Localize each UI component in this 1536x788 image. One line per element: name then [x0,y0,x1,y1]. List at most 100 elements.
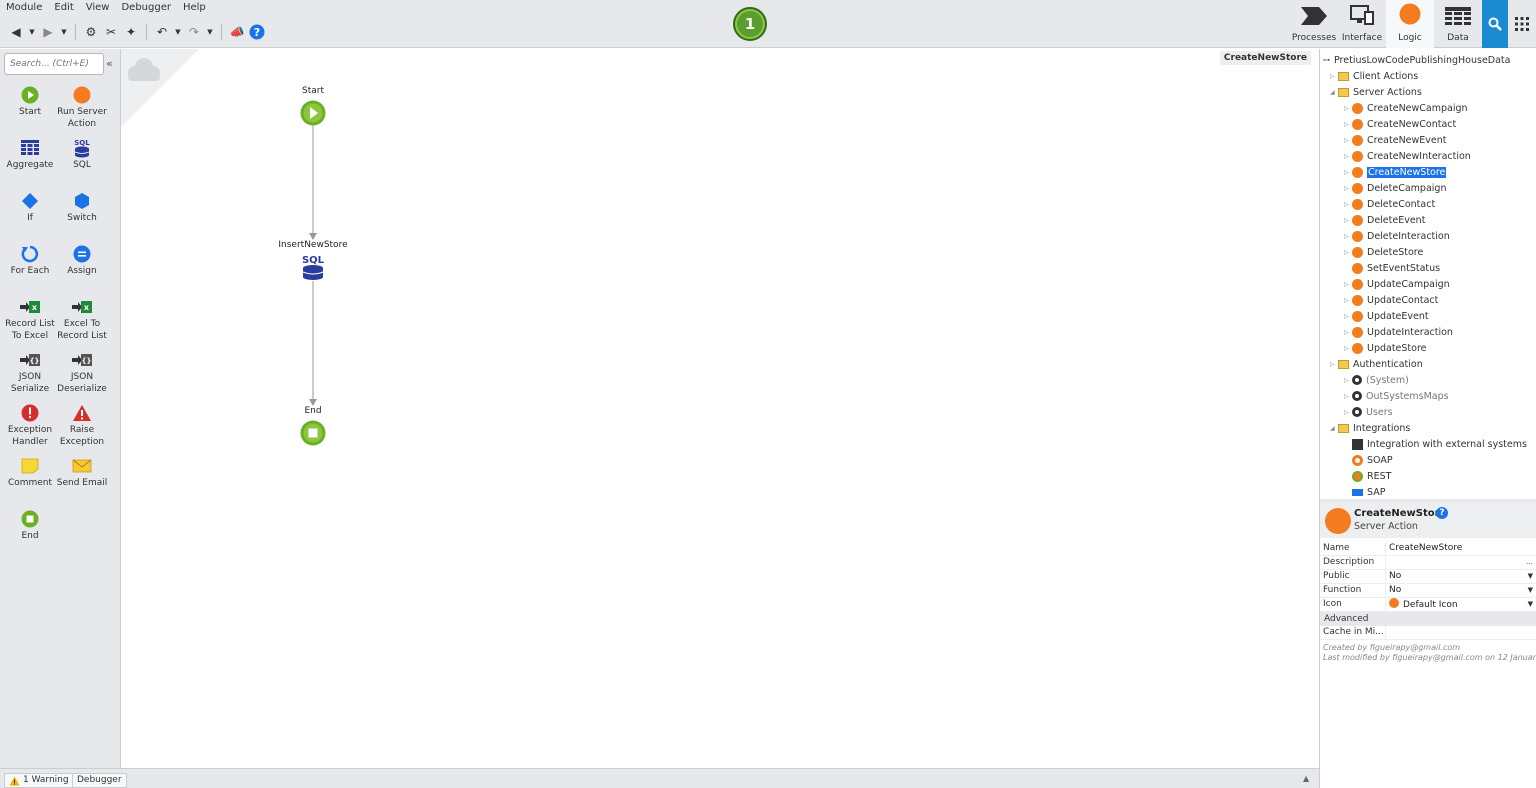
collapsed-arrow-icon[interactable]: ▷ [1344,249,1352,256]
tool-exception-handler[interactable]: Exception Handler [2,403,58,448]
tree-item[interactable]: ▷ CreateNewContact [1344,116,1456,132]
tree-item[interactable]: SAP [1344,484,1385,499]
tree-item[interactable]: ▷ CreateNewStore [1344,164,1447,180]
tool-start[interactable]: Start [2,85,58,118]
tree-item[interactable]: ▷ UpdateEvent [1344,308,1429,324]
tree-item[interactable]: REST [1344,468,1391,484]
search-icon[interactable] [1482,0,1508,48]
tab-interface[interactable]: Interface [1338,0,1386,48]
menu-help[interactable]: Help [183,2,206,13]
tree-item[interactable]: Integration with external systems [1344,436,1527,452]
tree-root[interactable]: ⊶ PretiusLowCodePublishingHouseData [1323,52,1510,68]
expanded-arrow-icon[interactable]: ◢ [1330,425,1338,432]
redo-dropdown-icon[interactable]: ▼ [206,23,214,41]
publish-button[interactable]: 1 [733,7,767,41]
tool-for-each[interactable]: For Each [2,244,58,277]
tree-item[interactable]: ▷ Client Actions [1330,68,1418,84]
tree-item[interactable]: ▷ UpdateInteraction [1344,324,1453,340]
tool-assign[interactable]: Assign [54,244,110,277]
property-row-cache[interactable]: Cache in Mi... [1320,626,1536,640]
forward-icon[interactable]: ▶ [40,23,56,41]
tree-item[interactable]: ▷ DeleteEvent [1344,212,1425,228]
collapsed-arrow-icon[interactable]: ▷ [1344,233,1352,240]
tree-item[interactable]: ▷ Users [1344,404,1393,420]
manage-dependencies-icon[interactable]: ✦ [123,23,139,41]
back-icon[interactable]: ◀ [8,23,24,41]
tree-item[interactable]: ▷ OutSystemsMaps [1344,388,1449,404]
chevron-down-icon[interactable]: ▼ [1528,598,1533,611]
tree-item[interactable]: ▷ DeleteCampaign [1344,180,1446,196]
collapsed-arrow-icon[interactable]: ▷ [1344,393,1352,400]
megaphone-icon[interactable]: 📣 [229,23,245,41]
property-value[interactable] [1386,626,1536,639]
ellipsis-icon[interactable]: … [1526,556,1533,569]
tool-comment[interactable]: Comment [2,456,58,489]
tree-item[interactable]: ◢ Integrations [1330,420,1410,436]
collapsed-arrow-icon[interactable]: ▷ [1344,105,1352,112]
tool-send-email[interactable]: Send Email [54,456,110,489]
tab-logic[interactable]: Logic [1386,0,1434,48]
tree-item[interactable]: ▷ Authentication [1330,356,1423,372]
tool-aggregate[interactable]: Aggregate [2,138,58,171]
chevron-down-icon[interactable]: ▼ [1528,584,1533,597]
end-node[interactable] [300,420,326,449]
collapsed-arrow-icon[interactable]: ▷ [1344,169,1352,176]
property-row-name[interactable]: Name CreateNewStore [1320,542,1536,556]
collapsed-arrow-icon[interactable]: ▷ [1344,217,1352,224]
tree-item[interactable]: ▷ UpdateStore [1344,340,1427,356]
tree-item[interactable]: ▷ UpdateCampaign [1344,276,1450,292]
collapsed-arrow-icon[interactable]: ▷ [1344,313,1352,320]
tool-if[interactable]: If [2,191,58,224]
chevron-down-icon[interactable]: ▼ [1528,570,1533,583]
property-row-public[interactable]: Public No ▼ [1320,570,1536,584]
tool-record-list-to-excel[interactable]: x Record List To Excel [2,297,58,342]
collapsed-arrow-icon[interactable]: ▷ [1344,409,1352,416]
collapsed-arrow-icon[interactable]: ▷ [1344,153,1352,160]
tab-data[interactable]: Data [1434,0,1482,48]
tool-json-serialize[interactable]: {} JSON Serialize [2,350,58,395]
property-value[interactable]: Default Icon ▼ [1386,598,1536,611]
tree-item[interactable]: ▷ CreateNewInteraction [1344,148,1471,164]
tree-item[interactable]: ◢ Server Actions [1330,84,1422,100]
tool-end[interactable]: End [2,509,58,542]
collapsed-arrow-icon[interactable]: ▷ [1330,73,1338,80]
back-dropdown-icon[interactable]: ▼ [28,23,36,41]
undo-dropdown-icon[interactable]: ▼ [174,23,182,41]
warnings-tab[interactable]: 1 Warning [4,773,74,788]
tool-run-server-action[interactable]: Run Server Action [54,85,110,130]
collapsed-arrow-icon[interactable]: ▷ [1344,185,1352,192]
collapsed-arrow-icon[interactable]: ▷ [1344,201,1352,208]
tool-excel-to-record-list[interactable]: x Excel To Record List [54,297,110,342]
menu-view[interactable]: View [86,2,110,13]
collapsed-arrow-icon[interactable]: ▷ [1344,121,1352,128]
start-node[interactable] [300,100,326,129]
tree-item[interactable]: ▷ DeleteStore [1344,244,1423,260]
tool-switch[interactable]: Switch [54,191,110,224]
debugger-tab[interactable]: Debugger [72,773,127,788]
tree-item[interactable]: ▷ CreateNewEvent [1344,132,1447,148]
dependencies-icon[interactable]: ✂ [103,23,119,41]
sql-node[interactable]: SQL [302,253,325,284]
tree-item[interactable]: SetEventStatus [1344,260,1440,276]
property-value[interactable]: No ▼ [1386,584,1536,597]
flow-canvas[interactable]: Start InsertNewStore SQL End CreateNewSt… [121,49,1313,768]
apps-grid-icon[interactable] [1508,0,1536,48]
collapsed-arrow-icon[interactable]: ▷ [1344,137,1352,144]
collapse-icon[interactable]: « [106,57,113,70]
toolbox-search-input[interactable] [4,53,104,75]
advanced-section[interactable]: Advanced [1320,612,1536,626]
tree-item[interactable]: ▷ DeleteContact [1344,196,1435,212]
tool-sql[interactable]: SQL SQL [54,138,110,171]
collapsed-arrow-icon[interactable]: ▷ [1344,345,1352,352]
expanded-arrow-icon[interactable]: ◢ [1330,89,1338,96]
collapsed-arrow-icon[interactable]: ▷ [1344,329,1352,336]
chevron-up-icon[interactable]: ▲ [1303,774,1309,783]
tool-raise-exception[interactable]: Raise Exception [54,403,110,448]
property-row-icon[interactable]: Icon Default Icon ▼ [1320,598,1536,612]
forward-dropdown-icon[interactable]: ▼ [60,23,68,41]
property-row-function[interactable]: Function No ▼ [1320,584,1536,598]
tab-processes[interactable]: Processes [1290,0,1338,48]
property-row-description[interactable]: Description … [1320,556,1536,570]
property-value[interactable]: CreateNewStore [1386,542,1536,555]
property-value[interactable]: No ▼ [1386,570,1536,583]
